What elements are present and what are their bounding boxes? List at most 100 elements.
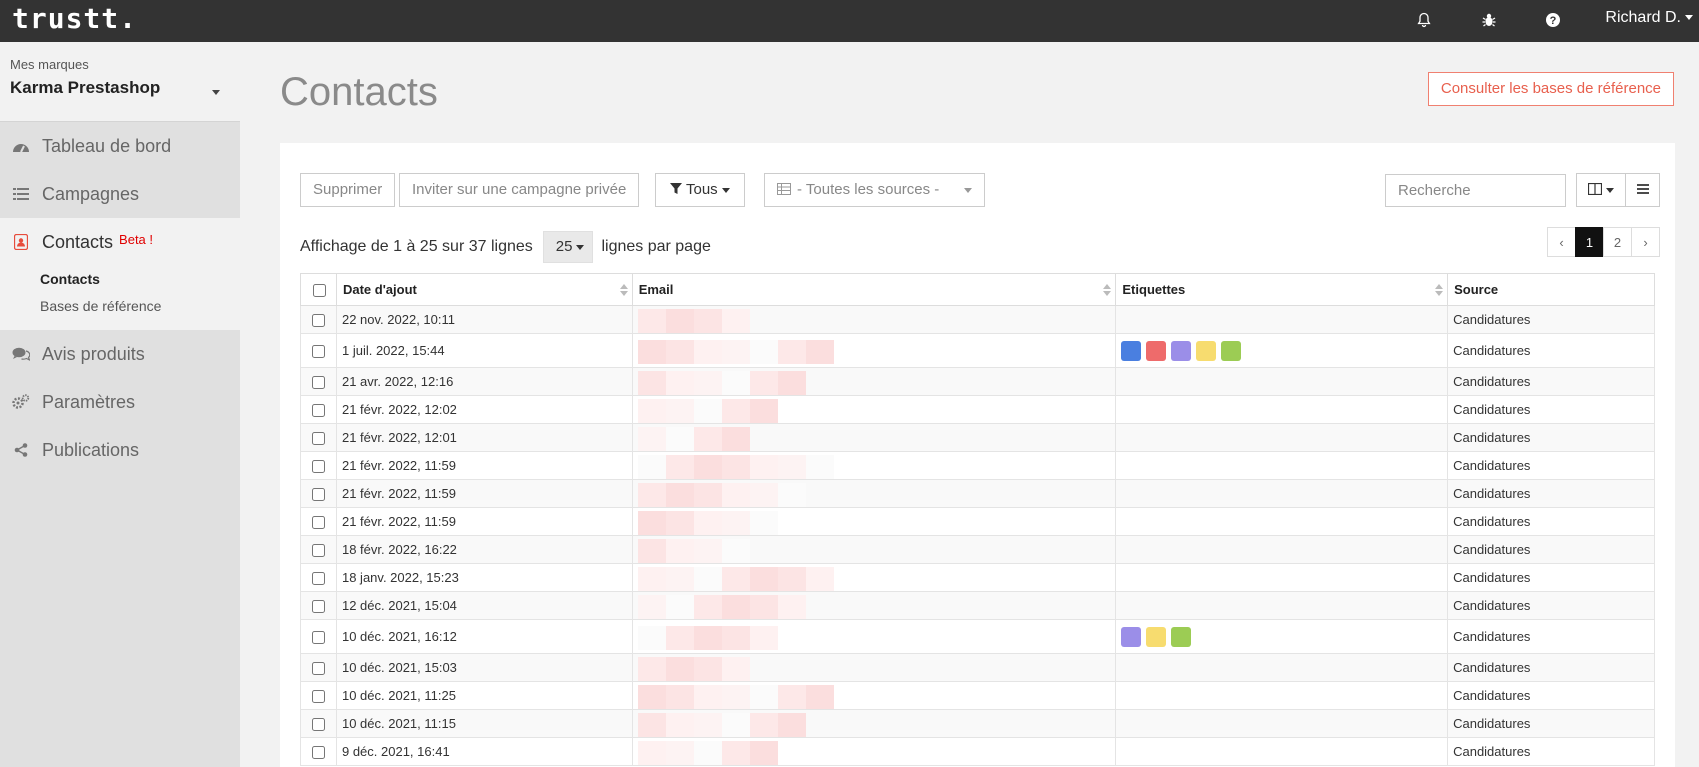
subnav-contacts[interactable]: Contacts [0, 266, 240, 293]
source-cell: Candidatures [1447, 737, 1655, 766]
source-cell: Candidatures [1447, 333, 1655, 368]
date-cell: 22 nov. 2022, 10:11 [335, 305, 633, 334]
help-icon[interactable]: ? [1543, 10, 1563, 30]
reference-bases-button[interactable]: Consulter les bases de référence [1427, 72, 1674, 106]
table-row[interactable]: 10 déc. 2021, 15:03 Candidatures [300, 653, 1655, 682]
table-row[interactable]: 10 déc. 2021, 16:12 Candidatures [300, 619, 1655, 654]
row-checkbox[interactable] [312, 488, 325, 502]
row-checkbox[interactable] [312, 631, 325, 645]
row-checkbox[interactable] [312, 345, 325, 359]
redacted-email [637, 481, 1111, 507]
page-2[interactable]: 2 [1603, 227, 1632, 257]
sidebar: Mes marques Karma Prestashop Tableau de … [0, 42, 240, 767]
subnav-reference-bases[interactable]: Bases de référence [0, 293, 240, 320]
table-row[interactable]: 10 déc. 2021, 11:25 Candidatures [300, 681, 1655, 710]
sidebar-item-contacts[interactable]: Contacts Beta ! [0, 218, 240, 266]
table-row[interactable]: 18 janv. 2022, 15:23 Candidatures [300, 563, 1655, 592]
source-cell: Candidatures [1447, 563, 1655, 592]
page-next[interactable]: › [1631, 227, 1660, 257]
redacted-email [637, 537, 1111, 563]
select-all-checkbox[interactable] [313, 284, 326, 298]
invite-private-campaign-button[interactable]: Inviter sur une campagne privée [399, 173, 640, 207]
search-input[interactable] [1385, 174, 1566, 207]
row-checkbox[interactable] [312, 690, 325, 704]
tags-cell [1115, 367, 1449, 396]
date-cell: 1 juil. 2022, 15:44 [335, 333, 633, 368]
column-header-tags[interactable]: Etiquettes [1115, 273, 1449, 306]
row-checkbox[interactable] [312, 460, 325, 474]
sidebar-item-publications[interactable]: Publications [0, 426, 240, 474]
table-row[interactable]: 21 févr. 2022, 12:02 Candidatures [300, 395, 1655, 424]
bell-icon[interactable] [1414, 10, 1434, 30]
email-cell [631, 619, 1117, 654]
tags-cell [1115, 333, 1449, 368]
sidebar-item-dashboard[interactable]: Tableau de bord [0, 122, 240, 170]
per-page-select[interactable]: 25 [542, 231, 594, 263]
row-checkbox[interactable] [312, 600, 325, 614]
sources-select[interactable]: - Toutes les sources - [764, 173, 985, 207]
email-cell [631, 507, 1117, 536]
tags-cell [1115, 709, 1449, 738]
filter-dropdown[interactable]: Tous [655, 173, 745, 207]
table-row[interactable]: 18 févr. 2022, 16:22 Candidatures [300, 535, 1655, 564]
sidebar-item-label: Avis produits [42, 343, 145, 364]
table-row[interactable]: 12 déc. 2021, 15:04 Candidatures [300, 591, 1655, 620]
sidebar-item-product-reviews[interactable]: Avis produits [0, 330, 240, 378]
source-cell: Candidatures [1447, 423, 1655, 452]
tags-cell [1115, 653, 1449, 682]
table-row[interactable]: 22 nov. 2022, 10:11 Candidatures [300, 305, 1655, 334]
tag-purple[interactable] [1171, 340, 1192, 361]
table-row[interactable]: 21 févr. 2022, 12:01 Candidatures [300, 423, 1655, 452]
row-checkbox[interactable] [312, 662, 325, 676]
brand-selector[interactable]: Mes marques Karma Prestashop [0, 42, 240, 122]
tag-green[interactable] [1221, 340, 1242, 361]
row-checkbox[interactable] [312, 404, 325, 418]
tag-yellow[interactable] [1146, 626, 1167, 647]
sources-label: - Toutes les sources - [797, 181, 940, 198]
tags-cell [1115, 507, 1449, 536]
row-checkbox[interactable] [312, 516, 325, 530]
table-row[interactable]: 10 déc. 2021, 11:15 Candidatures [300, 709, 1655, 738]
tags-cell [1115, 535, 1449, 564]
sidebar-item-settings[interactable]: Paramètres [0, 378, 240, 426]
row-checkbox[interactable] [312, 746, 325, 760]
redacted-email [637, 453, 1111, 479]
table-row[interactable]: 1 juil. 2022, 15:44 Candidatures [300, 333, 1655, 368]
list-view-button[interactable] [1625, 173, 1660, 207]
table-row[interactable]: 21 févr. 2022, 11:59 Candidatures [300, 451, 1655, 480]
table-row[interactable]: 9 déc. 2021, 16:41 Candidatures [300, 737, 1655, 766]
tags-cell [1115, 423, 1449, 452]
row-checkbox[interactable] [312, 572, 325, 586]
column-header-email[interactable]: Email [631, 273, 1117, 306]
row-checkbox[interactable] [312, 718, 325, 732]
tag-green[interactable] [1171, 626, 1192, 647]
user-menu[interactable]: Richard D. [1605, 9, 1693, 27]
row-checkbox[interactable] [312, 544, 325, 558]
columns-toggle-button[interactable] [1576, 173, 1626, 207]
row-checkbox[interactable] [312, 376, 325, 390]
table-row[interactable]: 21 févr. 2022, 11:59 Candidatures [300, 507, 1655, 536]
row-select-cell [300, 305, 337, 334]
row-checkbox[interactable] [312, 314, 325, 328]
row-checkbox[interactable] [312, 432, 325, 446]
page-prev[interactable]: ‹ [1547, 227, 1576, 257]
tag-blue[interactable] [1121, 340, 1142, 361]
list-icon [12, 185, 30, 203]
column-header-date[interactable]: Date d'ajout [335, 273, 633, 306]
table-row[interactable]: 21 avr. 2022, 12:16 Candidatures [300, 367, 1655, 396]
date-cell: 21 févr. 2022, 11:59 [335, 451, 633, 480]
bug-icon[interactable] [1479, 10, 1499, 30]
row-select-cell [300, 681, 337, 710]
tag-yellow[interactable] [1196, 340, 1217, 361]
source-cell: Candidatures [1447, 535, 1655, 564]
email-cell [631, 563, 1117, 592]
table-row[interactable]: 21 févr. 2022, 11:59 Candidatures [300, 479, 1655, 508]
tag-purple[interactable] [1121, 626, 1142, 647]
page-1[interactable]: 1 [1575, 227, 1604, 257]
date-cell: 21 févr. 2022, 11:59 [335, 507, 633, 536]
app-logo[interactable]: trustt. [12, 2, 137, 35]
date-cell: 21 févr. 2022, 11:59 [335, 479, 633, 508]
sidebar-item-campaigns[interactable]: Campagnes [0, 170, 240, 218]
tag-red[interactable] [1146, 340, 1167, 361]
delete-button[interactable]: Supprimer [300, 173, 396, 207]
